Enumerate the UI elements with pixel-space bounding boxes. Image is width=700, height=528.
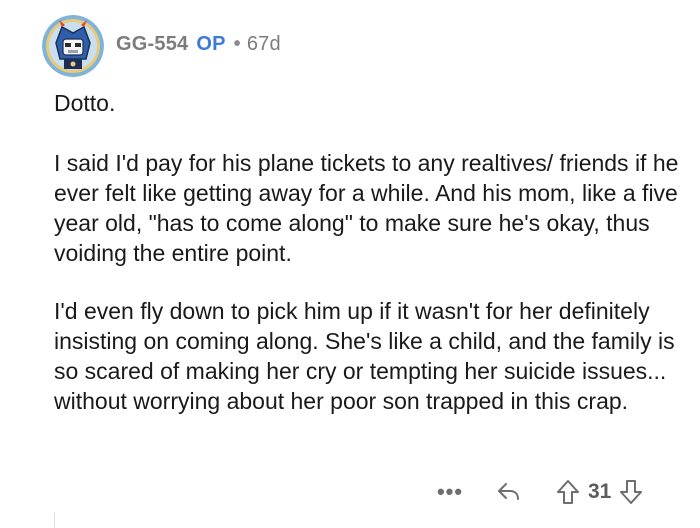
upvote-button[interactable] — [554, 477, 582, 507]
vote-controls: 31 — [554, 477, 645, 507]
comment-body: Dotto. I said I'd pay for his plane tick… — [54, 88, 684, 416]
vote-score: 31 — [588, 480, 612, 503]
comment-header: GG-554 OP • 67d — [42, 14, 281, 78]
more-options-button[interactable]: ••• — [430, 479, 470, 505]
comment-paragraph: I'd even fly down to pick him up if it w… — [54, 298, 675, 414]
comment: GG-554 OP • 67d Dotto. I said I'd pay fo… — [0, 0, 700, 528]
thread-line[interactable] — [54, 512, 55, 528]
reply-icon — [498, 483, 519, 500]
comment-paragraph: Dotto. — [54, 90, 116, 116]
downvote-button[interactable] — [617, 477, 645, 507]
avatar[interactable] — [42, 15, 104, 77]
downvote-icon — [620, 480, 643, 504]
op-badge: OP — [196, 32, 226, 55]
comment-paragraph: I said I'd pay for his plane tickets to … — [54, 150, 679, 266]
comment-age: 67d — [246, 32, 281, 55]
robot-avatar-icon — [42, 15, 104, 77]
comment-meta: GG-554 OP • 67d — [116, 33, 281, 56]
comment-actions: ••• 31 — [430, 474, 645, 510]
meta-separator: • — [233, 32, 241, 55]
username-link[interactable]: GG-554 — [116, 33, 188, 56]
upvote-icon — [557, 480, 579, 504]
reply-button[interactable] — [494, 477, 524, 507]
